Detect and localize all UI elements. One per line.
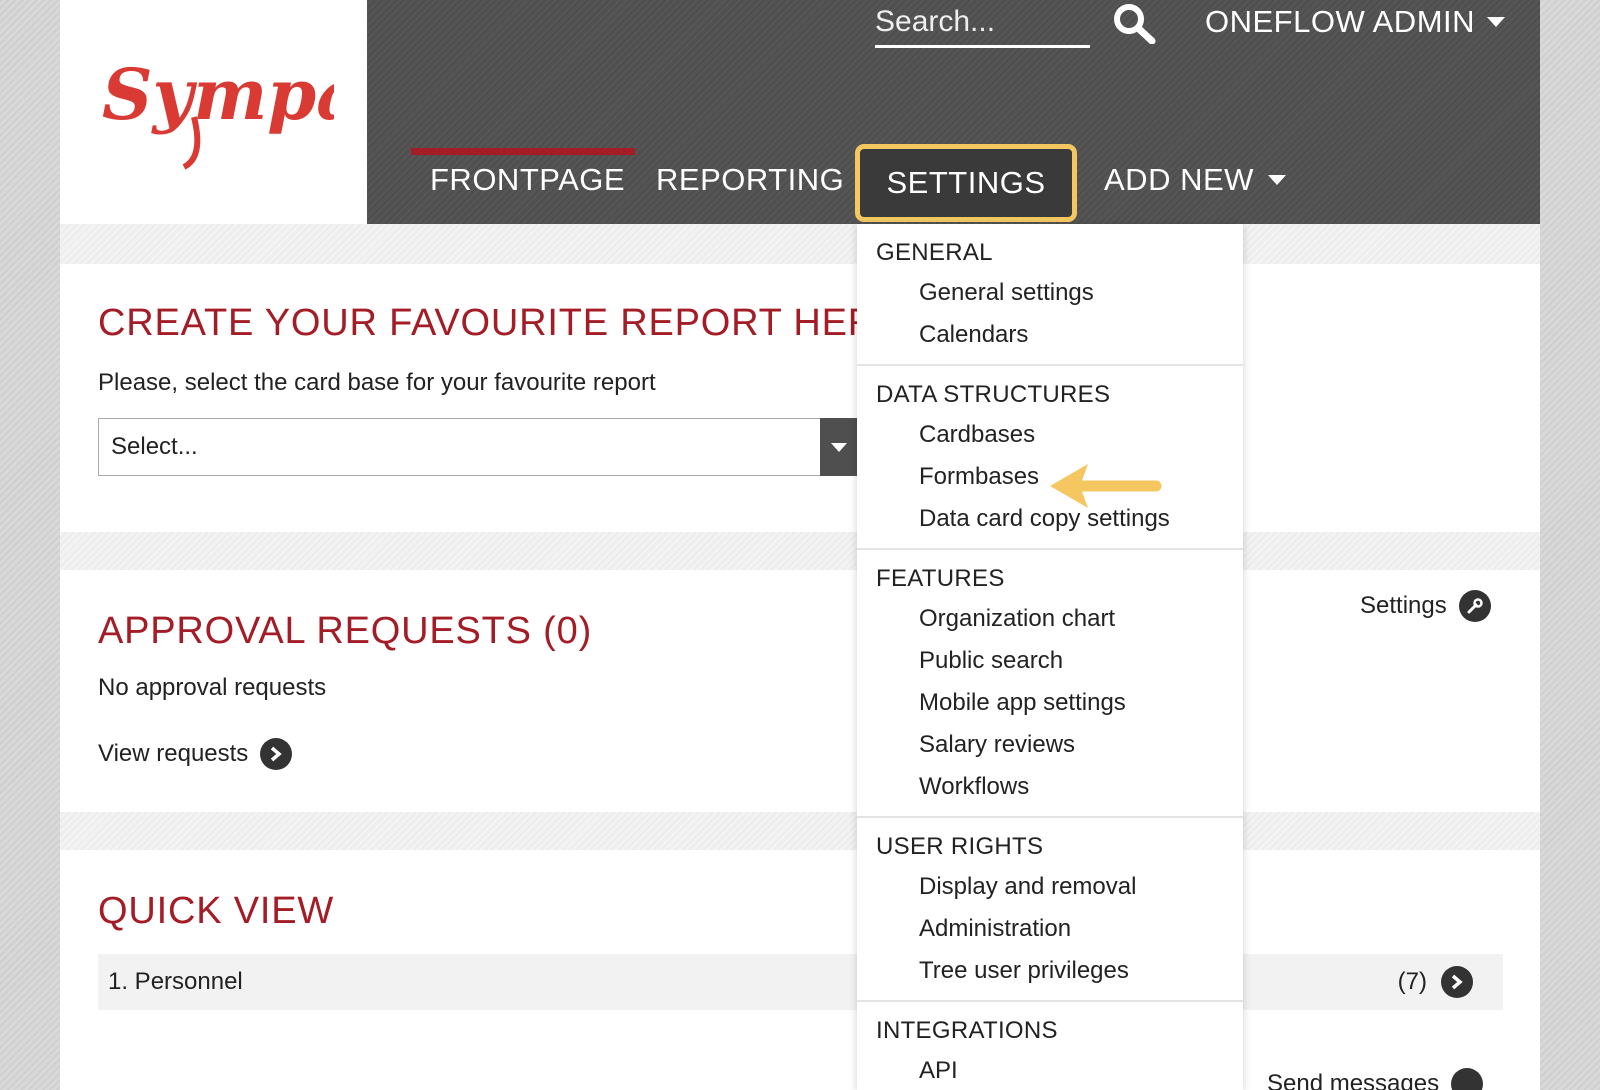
cardbase-select-value: Select...: [111, 433, 198, 460]
section-heading: GENERAL: [876, 239, 993, 266]
settings-section-general: GENERAL General settings Calendars: [857, 224, 1243, 366]
search-icon[interactable]: [1112, 2, 1156, 44]
quick-view-title: QUICK VIEW: [98, 890, 335, 932]
menu-item-calendars[interactable]: Calendars: [857, 314, 1243, 356]
send-messages-label: Send messages: [1267, 1070, 1440, 1090]
settings-section-data-structures: DATA STRUCTURES Cardbases Formbases Data…: [857, 366, 1243, 550]
nav-reporting-label: REPORTING: [656, 162, 845, 197]
settings-dropdown-menu: GENERAL General settings Calendars DATA …: [857, 224, 1243, 1090]
nav-add-new[interactable]: ADD NEW: [1104, 162, 1286, 198]
menu-item-salary-reviews[interactable]: Salary reviews: [857, 724, 1243, 766]
approval-empty-text: No approval requests: [98, 674, 327, 701]
menu-item-tree-user-privileges[interactable]: Tree user privileges: [857, 950, 1243, 992]
search-input[interactable]: [875, 0, 1090, 44]
menu-item-cardbases[interactable]: Cardbases: [857, 414, 1243, 456]
section-heading: USER RIGHTS: [876, 833, 1044, 860]
nav-settings-label: SETTINGS: [886, 165, 1046, 200]
settings-section-integrations: INTEGRATIONS API: [857, 1002, 1243, 1090]
section-heading: DATA STRUCTURES: [876, 381, 1111, 408]
chevron-down-icon: [831, 442, 847, 452]
approval-requests-card: APPROVAL REQUESTS (0) No approval reques…: [60, 570, 1540, 812]
chevron-down-icon: [1487, 17, 1506, 27]
approval-settings-link[interactable]: Settings: [1360, 590, 1491, 622]
search-box[interactable]: [875, 0, 1090, 48]
menu-item-organization-chart[interactable]: Organization chart: [857, 598, 1243, 640]
user-menu-label: ONEFLOW ADMIN: [1205, 4, 1476, 39]
menu-item-workflows[interactable]: Workflows: [857, 766, 1243, 808]
logo-text: Sympa: [102, 53, 334, 136]
nav-active-indicator: [411, 148, 635, 155]
quick-view-row-count: (7): [1397, 968, 1427, 995]
section-heading: FEATURES: [876, 565, 1005, 592]
nav-reporting[interactable]: REPORTING: [656, 162, 844, 198]
annotation-arrow-icon: [1050, 464, 1162, 508]
approval-requests-title: APPROVAL REQUESTS (0): [98, 610, 593, 652]
quick-view-row[interactable]: 1. Personnel (7): [98, 954, 1503, 1010]
view-requests-label: View requests: [98, 740, 249, 767]
quick-view-row-count-group: (7): [1398, 966, 1473, 998]
menu-item-api[interactable]: API: [857, 1050, 1243, 1090]
menu-item-public-search[interactable]: Public search: [857, 640, 1243, 682]
nav-frontpage[interactable]: FRONTPAGE: [430, 162, 625, 198]
menu-item-display-and-removal[interactable]: Display and removal: [857, 866, 1243, 908]
menu-item-administration[interactable]: Administration: [857, 908, 1243, 950]
chevron-right-icon: [260, 738, 293, 770]
nav-frontpage-label: FRONTPAGE: [430, 162, 626, 197]
logo-container[interactable]: Sympa: [60, 0, 367, 224]
quick-view-card: QUICK VIEW 1. Personnel (7) Send message…: [60, 850, 1540, 1090]
menu-item-mobile-app-settings[interactable]: Mobile app settings: [857, 682, 1243, 724]
send-messages-link[interactable]: Send messages: [1267, 1068, 1484, 1090]
nav-add-new-label: ADD NEW: [1104, 162, 1254, 197]
wrench-icon: [1458, 590, 1491, 622]
approval-settings-label: Settings: [1360, 592, 1447, 619]
cardbase-select[interactable]: Select...: [98, 418, 858, 476]
sympa-logo: Sympa: [102, 53, 334, 170]
favourite-report-title: CREATE YOUR FAVOURITE REPORT HERE: [98, 302, 903, 344]
favourite-report-card: CREATE YOUR FAVOURITE REPORT HERE Please…: [60, 264, 1540, 532]
favourite-report-instruction: Please, select the card base for your fa…: [98, 369, 656, 396]
user-menu[interactable]: ONEFLOW ADMIN: [1205, 0, 1506, 44]
chevron-down-icon: [1267, 175, 1286, 185]
section-heading: INTEGRATIONS: [876, 1017, 1058, 1044]
menu-item-general-settings[interactable]: General settings: [857, 272, 1243, 314]
select-dropdown-button[interactable]: [820, 418, 858, 476]
nav-settings[interactable]: SETTINGS: [855, 144, 1077, 222]
quick-view-row-label: 1. Personnel: [108, 968, 243, 995]
chevron-right-icon[interactable]: [1441, 966, 1473, 998]
envelope-icon: [1451, 1068, 1484, 1090]
view-requests-link[interactable]: View requests: [98, 738, 293, 770]
settings-section-user-rights: USER RIGHTS Display and removal Administ…: [857, 818, 1243, 1002]
settings-section-features: FEATURES Organization chart Public searc…: [857, 550, 1243, 818]
